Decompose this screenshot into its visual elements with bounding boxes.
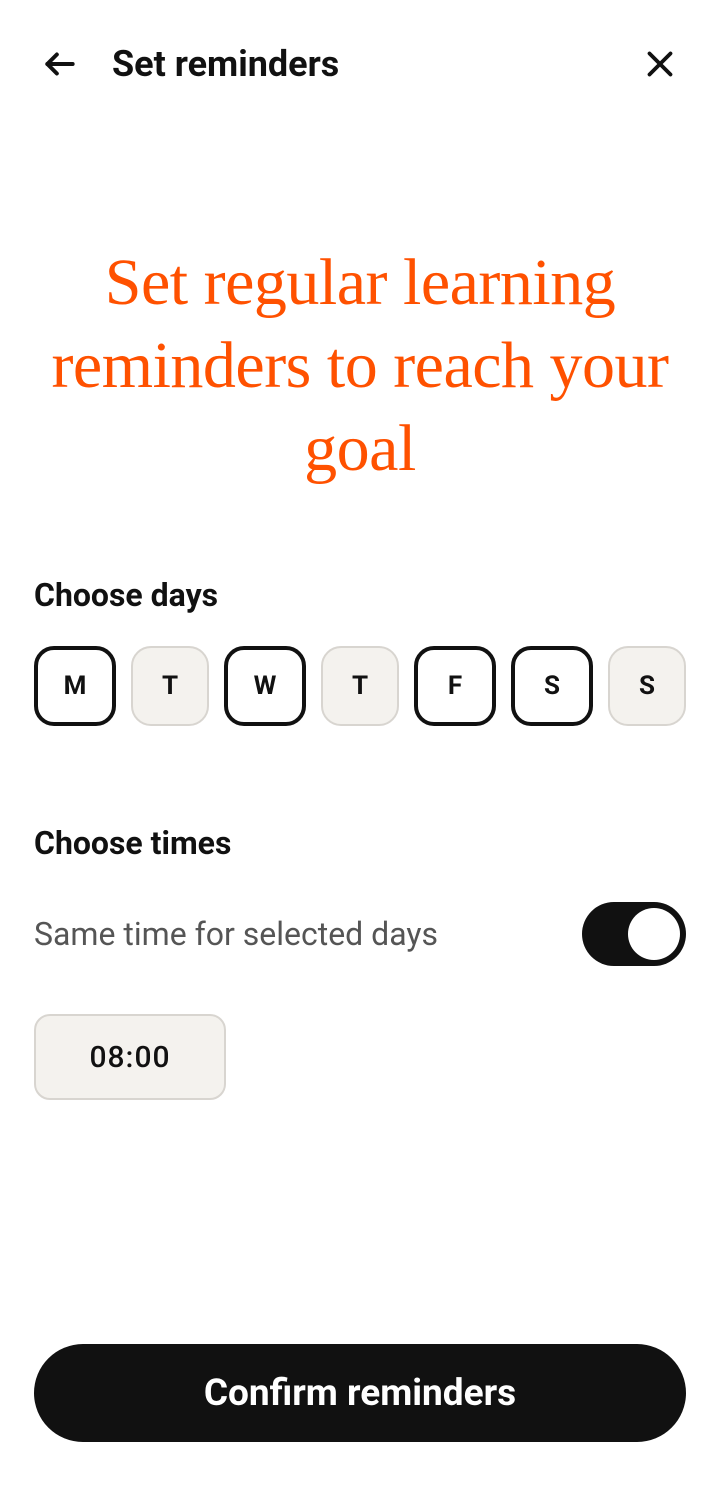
day-pill-2[interactable]: W — [224, 646, 306, 726]
day-pill-6[interactable]: S — [608, 646, 686, 726]
days-row: MTWTFSS — [34, 646, 686, 726]
day-pill-5[interactable]: S — [511, 646, 593, 726]
time-selector[interactable]: 08:00 — [34, 1014, 226, 1100]
close-button[interactable] — [636, 40, 684, 88]
page-title: Set reminders — [112, 43, 339, 85]
day-pill-0[interactable]: M — [34, 646, 116, 726]
content: Set regular learning reminders to reach … — [0, 241, 720, 1100]
header: Set reminders — [0, 0, 720, 96]
back-button[interactable] — [36, 40, 84, 88]
same-time-row: Same time for selected days — [34, 902, 686, 966]
same-time-label: Same time for selected days — [34, 915, 438, 953]
day-pill-3[interactable]: T — [321, 646, 399, 726]
choose-times-title: Choose times — [34, 824, 686, 862]
day-pill-4[interactable]: F — [414, 646, 496, 726]
arrow-left-icon — [41, 45, 79, 83]
hero-heading: Set regular learning reminders to reach … — [34, 241, 686, 490]
day-pill-1[interactable]: T — [131, 646, 209, 726]
toggle-knob — [628, 908, 680, 960]
choose-days-title: Choose days — [34, 576, 686, 614]
same-time-toggle[interactable] — [582, 902, 686, 966]
time-value: 08:00 — [89, 1040, 170, 1075]
confirm-label: Confirm reminders — [204, 1372, 516, 1415]
confirm-button[interactable]: Confirm reminders — [34, 1344, 686, 1442]
close-icon — [642, 46, 678, 82]
